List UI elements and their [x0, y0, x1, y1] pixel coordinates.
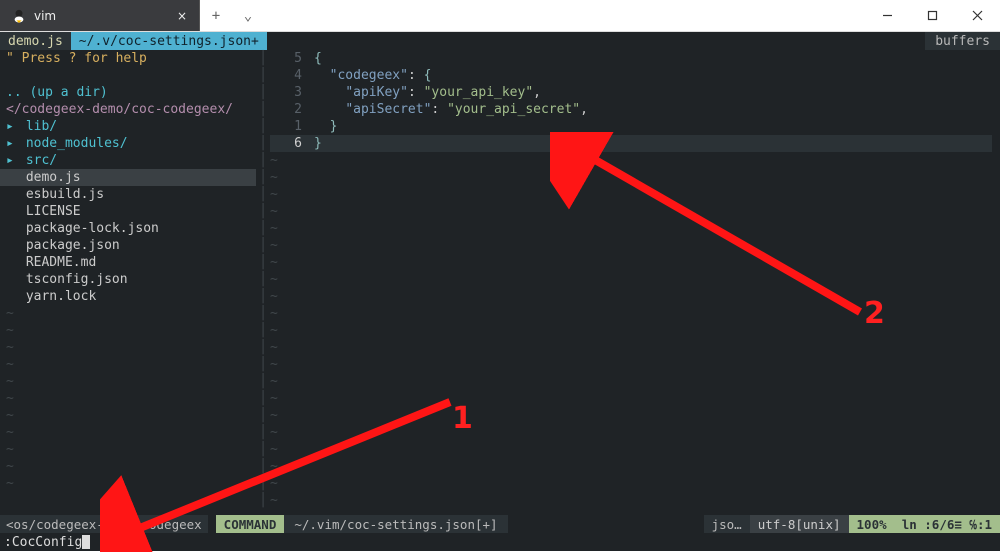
window-tab[interactable]: vim × — [0, 0, 200, 31]
command-text: :CocConfig — [4, 534, 82, 551]
vim-main: " Press ? for help .. (up a dir) </codeg… — [0, 50, 1000, 515]
status-position: 100% ln :6/6≡ ℅:1 — [849, 515, 1000, 533]
new-tab-button[interactable]: + — [200, 0, 232, 31]
status-encoding: utf-8[unix] — [750, 515, 849, 533]
terminal: demo.js ~/.v/coc-settings.json+ buffers … — [0, 32, 1000, 551]
command-line[interactable]: :CocConfig — [0, 533, 1000, 551]
annotation-label-2: 2 — [864, 305, 885, 322]
tree-item[interactable]: ▸ node_modules/ — [0, 135, 256, 152]
tux-icon — [12, 9, 26, 23]
tree-item[interactable]: yarn.lock — [0, 288, 256, 305]
line-number-gutter: 543216 — [270, 50, 310, 152]
tab-close-button[interactable]: × — [177, 9, 187, 23]
minimize-button[interactable] — [865, 0, 910, 31]
tabline-right: buffers — [925, 32, 1000, 50]
command-cursor — [82, 535, 90, 549]
tabline-buffer-a[interactable]: demo.js — [0, 32, 71, 50]
editor-pane[interactable]: 543216 { "codegeex": { "apiKey": "your_a… — [270, 50, 1000, 515]
window-controls — [865, 0, 1000, 31]
tab-title: vim — [34, 9, 56, 23]
tree-item[interactable]: ▸ lib/ — [0, 118, 256, 135]
tree-item[interactable]: package-lock.json — [0, 220, 256, 237]
tree-item[interactable]: package.json — [0, 237, 256, 254]
window-titlebar: vim × + ⌄ — [0, 0, 1000, 32]
tree-item[interactable]: ▸ src/ — [0, 152, 256, 169]
tree-item[interactable]: demo.js — [0, 169, 256, 186]
file-tree[interactable]: " Press ? for help .. (up a dir) </codeg… — [0, 50, 256, 515]
status-mode: COMMAND — [216, 515, 285, 533]
maximize-button[interactable] — [910, 0, 955, 31]
split-separator: │││││││││││││││││││││││││││ — [256, 50, 270, 515]
tab-dropdown-button[interactable]: ⌄ — [232, 0, 264, 31]
vim-tabline[interactable]: demo.js ~/.v/coc-settings.json+ buffers — [0, 32, 1000, 50]
tree-item[interactable]: README.md — [0, 254, 256, 271]
status-left: <os/codegeex-dem -codegeex — [0, 515, 208, 533]
tree-item[interactable]: tsconfig.json — [0, 271, 256, 288]
tree-item[interactable]: esbuild.js — [0, 186, 256, 203]
tree-up-dir[interactable]: .. (up a dir) — [0, 84, 256, 101]
code-area[interactable]: { "codegeex": { "apiKey": "your_api_key"… — [314, 50, 1000, 509]
close-button[interactable] — [955, 0, 1000, 31]
tabline-buffer-b[interactable]: ~/.v/coc-settings.json+ — [71, 32, 267, 50]
annotation-label-1: 1 — [452, 410, 473, 427]
tree-path: </codegeex-demo/coc-codegeex/ — [0, 101, 256, 118]
tree-help-line: " Press ? for help — [0, 50, 256, 67]
status-filepath: ~/.vim/coc-settings.json[+] — [284, 515, 507, 533]
tree-item[interactable]: LICENSE — [0, 203, 256, 220]
status-line: <os/codegeex-dem -codegeex COMMAND ~/.vi… — [0, 515, 1000, 533]
status-filetype: jso… — [704, 515, 750, 533]
